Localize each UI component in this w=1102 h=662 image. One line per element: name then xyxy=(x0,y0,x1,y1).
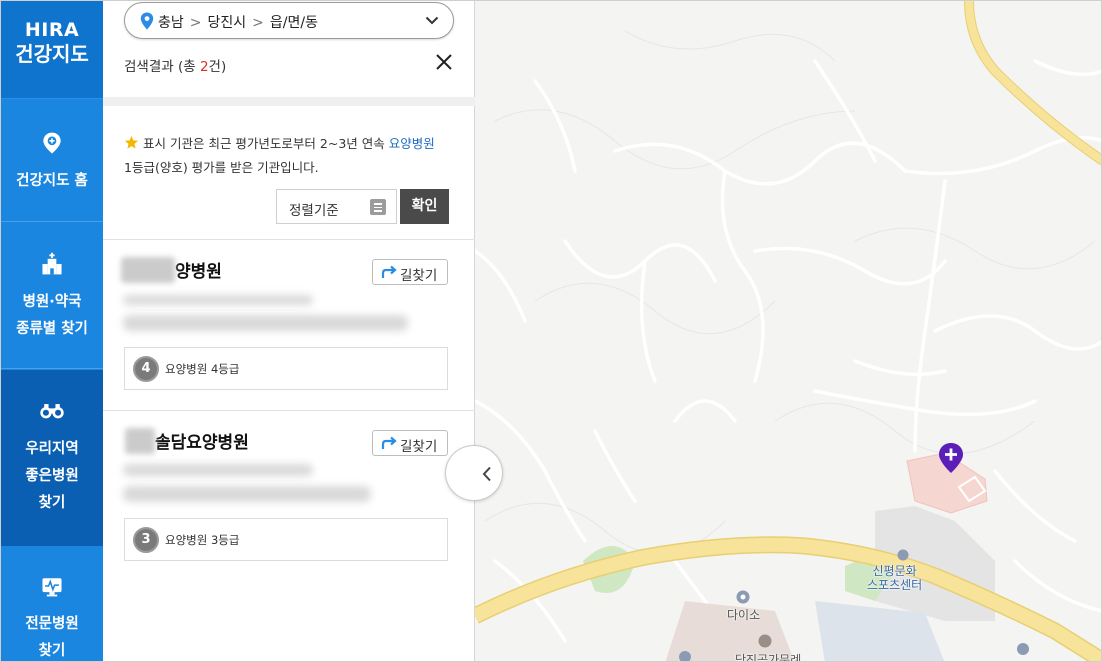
grade-number-icon: 3 xyxy=(133,527,159,553)
grade-number-icon: 4 xyxy=(133,356,159,382)
nav-type-label-2: 종류별 찾기 xyxy=(16,321,88,337)
binoculars-icon xyxy=(40,404,64,419)
chevron-left-icon xyxy=(482,466,491,482)
redacted-address xyxy=(123,295,313,305)
map-pin-icon xyxy=(43,132,61,154)
close-icon[interactable] xyxy=(434,52,454,72)
location-pin-icon xyxy=(140,12,154,30)
location-district: 읍/면/동 xyxy=(269,15,318,31)
grade-number: 3 xyxy=(135,529,157,551)
divider xyxy=(103,410,475,411)
hospital-name-text: 솔담요양병원 xyxy=(155,433,249,453)
collapse-panel-button[interactable] xyxy=(445,445,503,501)
star-icon xyxy=(124,135,139,149)
route-arrow-icon xyxy=(381,436,397,449)
chevron-down-icon xyxy=(425,16,439,25)
result-count-suffix: 건) xyxy=(208,59,227,75)
hospital-name[interactable]: 양병원 xyxy=(121,257,222,283)
location-city: 당진시 xyxy=(207,15,247,31)
nav-item-specialty[interactable]: 전문병원 찾기 xyxy=(1,547,103,661)
nav-good-label-3: 찾기 xyxy=(38,495,66,511)
logo-text-title: 건강지도 xyxy=(15,42,89,66)
poi-icon-center xyxy=(740,594,746,600)
map-label-sports-line2: 스포츠센터 xyxy=(867,578,923,592)
result-panel: 충남 > 당진시 > 읍/면/동 검색결과 (총 2건) 표시 기관은 최근 평가년도로… xyxy=(103,1,475,661)
poi-icon[interactable] xyxy=(897,549,909,561)
notice-line2: 1등급(양호) 평가를 받은 기관입니다. xyxy=(124,160,319,175)
map-label-bottom[interactable]: 당진공가문례 xyxy=(735,651,801,661)
nav-item-type-search[interactable]: 병원·약국 종류별 찾기 xyxy=(1,223,103,369)
list-icon xyxy=(370,199,386,215)
location-selector[interactable]: 충남 > 당진시 > 읍/면/동 xyxy=(124,2,454,39)
directions-button[interactable]: 길찾기 xyxy=(372,430,448,456)
hira-logo[interactable]: HIRA 건강지도 xyxy=(1,1,103,99)
location-path: 충남 > 당진시 > 읍/면/동 xyxy=(158,12,318,32)
confirm-button[interactable]: 확인 xyxy=(400,189,449,224)
chevron-right-icon: > xyxy=(252,15,264,31)
map-canvas[interactable]: 신평문화 스포츠센터 다이소 당진공가문례 xyxy=(475,1,1101,661)
sort-select[interactable]: 정렬기준 xyxy=(276,189,397,224)
logo-text-hira: HIRA xyxy=(24,19,80,41)
directions-button[interactable]: 길찾기 xyxy=(372,259,448,285)
result-count: 검색결과 (총 2건) xyxy=(124,55,226,75)
left-navigation: HIRA 건강지도 건강지도 홈 병원·약국 종류별 찾기 우리지역 좋은병원 … xyxy=(1,1,103,661)
section-divider xyxy=(103,97,475,106)
result-count-prefix: 검색결과 (총 xyxy=(124,59,200,75)
grade-text: 요양병원 3등급 xyxy=(165,533,240,547)
map-label-store[interactable]: 다이소 xyxy=(727,606,760,623)
hospital-building-icon xyxy=(42,252,62,275)
grade-text: 요양병원 4등급 xyxy=(165,362,240,376)
route-arrow-icon xyxy=(381,265,397,278)
nav-good-label-2: 좋은병원 xyxy=(25,468,79,484)
result-count-number: 2 xyxy=(199,59,209,75)
divider xyxy=(103,239,475,240)
poi-icon[interactable] xyxy=(758,634,772,648)
redacted-block xyxy=(121,257,175,283)
redacted-address xyxy=(123,464,313,476)
notice-highlight: 요양병원 xyxy=(388,136,435,151)
notice-line1: 표시 기관은 최근 평가년도로부터 2~3년 연속 xyxy=(143,136,389,151)
nav-type-label-1: 병원·약국 xyxy=(22,294,82,310)
sort-label: 정렬기준 xyxy=(289,203,339,219)
redacted-address xyxy=(123,486,371,502)
grade-badge: 4 요양병원 4등급 xyxy=(124,347,448,390)
map-label-sports-line1: 신평문화 xyxy=(872,564,917,578)
directions-label: 길찾기 xyxy=(400,439,438,455)
poi-icon[interactable] xyxy=(1017,643,1029,655)
location-region: 충남 xyxy=(158,15,184,31)
nav-item-home[interactable]: 건강지도 홈 xyxy=(1,100,103,222)
nav-home-label: 건강지도 홈 xyxy=(16,173,88,189)
app-window: HIRA 건강지도 건강지도 홈 병원·약국 종류별 찾기 우리지역 좋은병원 … xyxy=(0,0,1102,662)
nav-item-good-hospital[interactable]: 우리지역 좋은병원 찾기 xyxy=(1,370,103,546)
hospital-name[interactable]: 솔담요양병원 xyxy=(121,428,249,454)
hospital-item[interactable]: 솔담요양병원 길찾기 3 요양병원 3등급 xyxy=(103,428,475,578)
directions-label: 길찾기 xyxy=(400,268,438,284)
grade-number: 4 xyxy=(135,358,157,380)
main-road xyxy=(475,537,1101,661)
nav-good-label-1: 우리지역 xyxy=(25,441,79,457)
map-background xyxy=(475,1,1101,661)
nav-specialty-label-2: 찾기 xyxy=(38,643,66,659)
redacted-address xyxy=(123,315,408,331)
hospital-item[interactable]: 양병원 길찾기 4 요양병원 4등급 xyxy=(103,257,475,407)
map-label-sports-center[interactable]: 신평문화 스포츠센터 xyxy=(867,564,922,592)
notice-text: 표시 기관은 최근 평가년도로부터 2~3년 연속 요양병원 1등급(양호) 평… xyxy=(124,132,454,180)
grade-badge: 3 요양병원 3등급 xyxy=(124,518,448,561)
nav-specialty-label-1: 전문병원 xyxy=(25,616,79,632)
redacted-block xyxy=(125,428,155,454)
hospital-name-text: 양병원 xyxy=(175,262,222,282)
chevron-right-icon: > xyxy=(189,15,202,31)
terrain-lines xyxy=(484,30,1096,555)
specialty-monitor-icon xyxy=(42,578,62,597)
